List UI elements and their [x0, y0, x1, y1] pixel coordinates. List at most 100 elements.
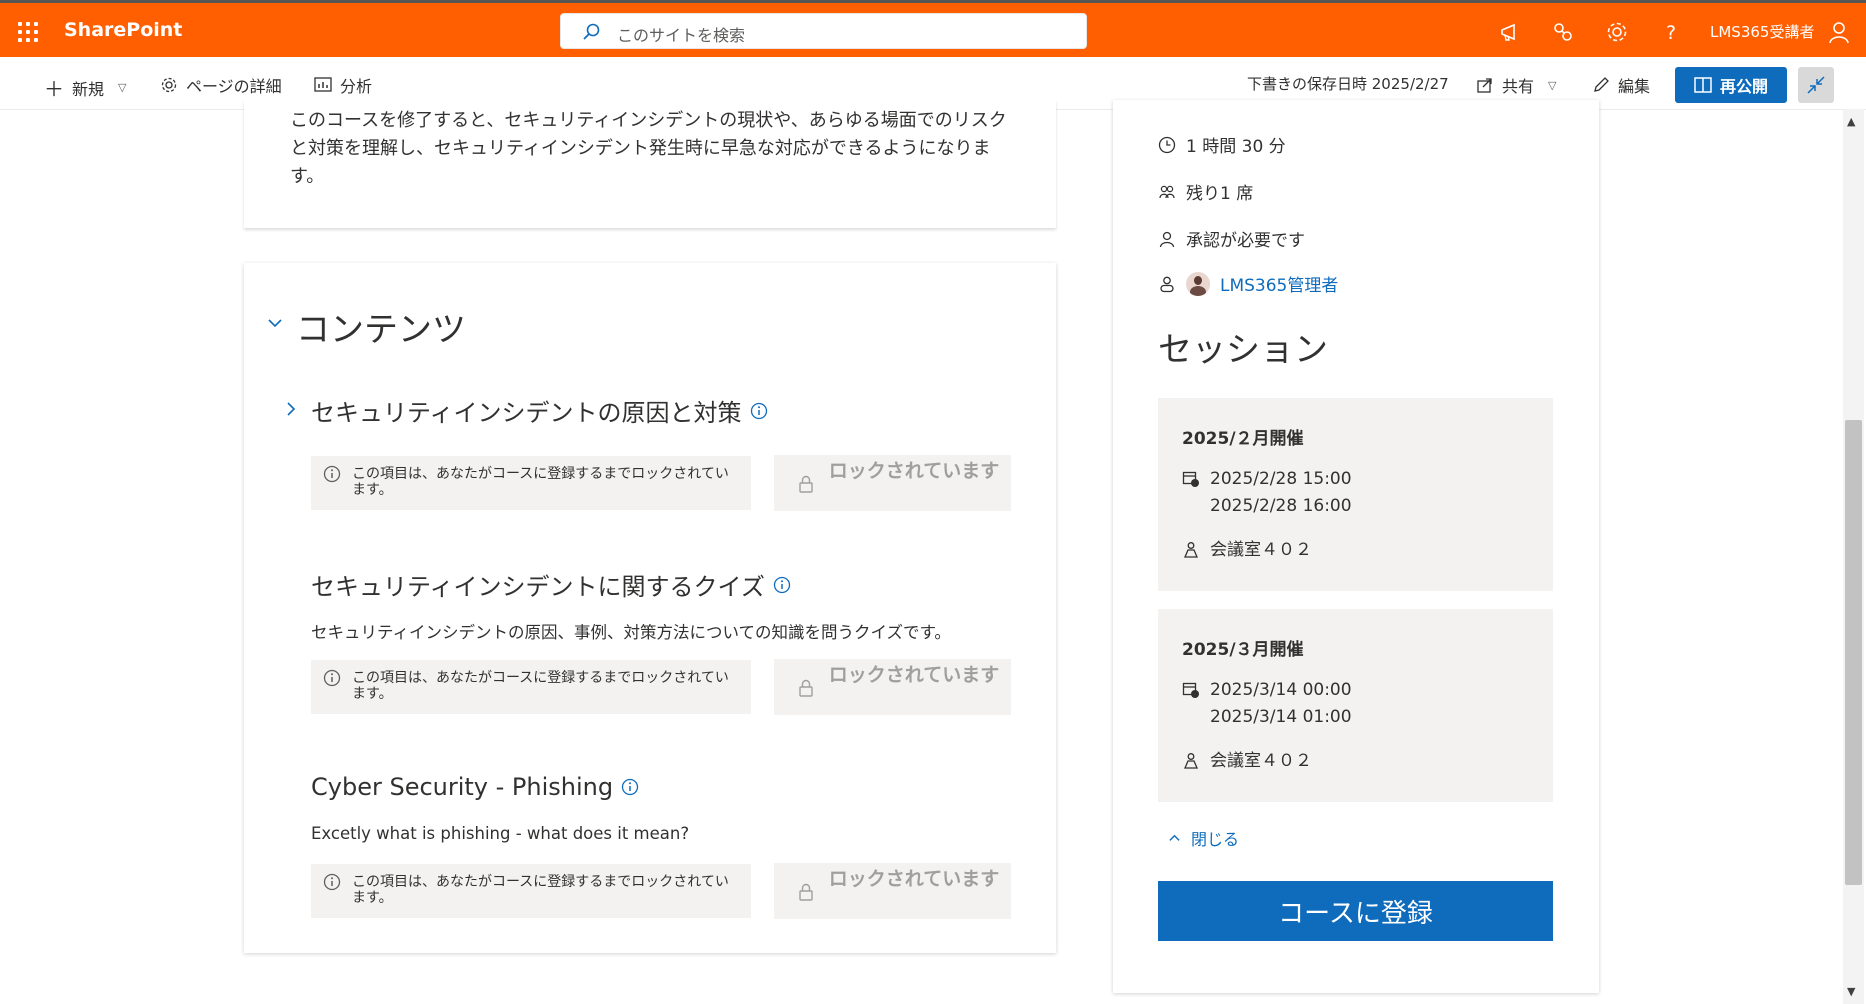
duration-row: 1 時間 30 分: [1158, 132, 1286, 157]
person-icon: [1160, 276, 1174, 292]
republish-label: 再公開: [1719, 77, 1768, 96]
search-placeholder: このサイトを検索: [617, 26, 746, 45]
session-room-text: 会議室４０２: [1210, 540, 1312, 560]
instructor-link[interactable]: LMS365管理者: [1220, 271, 1338, 296]
avatar[interactable]: [1186, 271, 1210, 296]
analytics-button[interactable]: 分析: [314, 73, 372, 97]
seats-text: 残り1 席: [1186, 184, 1254, 204]
new-label: 新規: [72, 79, 105, 99]
share-label: 共有: [1502, 77, 1535, 96]
approval-row: 承認が必要です: [1158, 226, 1305, 251]
lock-message: この項目は、あなたがコースに登録するまでロックされています。: [311, 864, 751, 918]
person-icon: [1159, 231, 1175, 247]
chevron-up-icon: [1169, 834, 1180, 841]
edit-label: 編集: [1618, 77, 1651, 96]
lock-icon: [799, 679, 813, 697]
locked-button-label: ロックされています: [828, 664, 1000, 686]
session-name: 2025/３月開催: [1182, 640, 1304, 660]
lock-icon: [799, 475, 813, 493]
approval-text: 承認が必要です: [1186, 231, 1305, 251]
pencil-icon: [1594, 77, 1609, 92]
session-start: 2025/3/14 00:00: [1210, 680, 1352, 700]
session-name: 2025/２月開催: [1182, 429, 1304, 449]
scrollbar-thumb[interactable]: [1845, 420, 1862, 885]
gear-icon[interactable]: [1604, 19, 1630, 45]
scroll-up-icon[interactable]: ▲: [1847, 115, 1855, 128]
gear-icon: [161, 77, 177, 93]
close-sessions-button[interactable]: 閉じる: [1168, 826, 1239, 850]
new-button[interactable]: ＋ 新規 ▽: [44, 73, 126, 102]
content-item-title[interactable]: Cyber Security - Phishing: [311, 773, 639, 801]
page-details-button[interactable]: ページの詳細: [160, 73, 282, 97]
chevron-down-icon: ▽: [1548, 78, 1557, 92]
app-launcher-icon[interactable]: [18, 22, 38, 42]
instructor-row: LMS365管理者: [1158, 271, 1338, 296]
content-item-title-text: セキュリティインシデントの原因と対策: [311, 399, 742, 427]
contents-card: [244, 263, 1056, 953]
locked-button[interactable]: ロックされています: [774, 863, 1011, 919]
info-icon[interactable]: [621, 778, 639, 796]
chevron-right-icon[interactable]: [285, 401, 297, 417]
content-item-title-text: Cyber Security - Phishing: [311, 773, 614, 801]
session-card[interactable]: 2025/２月開催 2025/2/28 15:00 2025/2/28 16:0…: [1158, 398, 1553, 591]
close-label: 閉じる: [1191, 830, 1240, 849]
info-icon: [323, 669, 341, 687]
content-item-description: セキュリティインシデントの原因、事例、対策方法についての知識を問うクイズです。: [311, 623, 951, 642]
plus-icon: ＋: [44, 77, 64, 101]
lock-message: この項目は、あなたがコースに登録するまでロックされています。: [311, 660, 751, 714]
locked-button-label: ロックされています: [828, 868, 1000, 890]
chart-icon: [314, 77, 332, 92]
analytics-label: 分析: [340, 77, 373, 96]
info-icon: [323, 873, 341, 891]
connections-icon[interactable]: [1550, 19, 1576, 45]
locked-button[interactable]: ロックされています: [774, 455, 1011, 511]
edit-button[interactable]: 編集: [1592, 73, 1650, 97]
help-icon[interactable]: ?: [1658, 19, 1684, 45]
republish-button[interactable]: 再公開: [1675, 67, 1787, 103]
megaphone-icon[interactable]: [1497, 19, 1523, 45]
collapse-button[interactable]: [1798, 67, 1834, 103]
session-room: 会議室４０２: [1182, 748, 1312, 775]
session-card[interactable]: 2025/３月開催 2025/3/14 00:00 2025/3/14 01:0…: [1158, 609, 1553, 802]
session-time: 2025/2/28 15:00 2025/2/28 16:00: [1182, 466, 1352, 520]
info-icon[interactable]: [750, 402, 768, 420]
content-item-title[interactable]: セキュリティインシデントの原因と対策: [311, 393, 768, 428]
session-room: 会議室４０２: [1182, 537, 1312, 564]
lock-message: この項目は、あなたがコースに登録するまでロックされています。: [311, 456, 751, 510]
lock-message-text: この項目は、あなたがコースに登録するまでロックされています。: [352, 874, 729, 906]
duration-text: 1 時間 30 分: [1186, 137, 1286, 157]
content-item-title[interactable]: セキュリティインシデントに関するクイズ: [311, 567, 791, 602]
lock-message-text: この項目は、あなたがコースに登録するまでロックされています。: [352, 670, 729, 702]
session-room-text: 会議室４０２: [1210, 751, 1312, 771]
page-details-label: ページの詳細: [186, 77, 282, 96]
search-icon: [583, 23, 600, 40]
enroll-button[interactable]: コースに登録: [1158, 881, 1553, 941]
profile-icon[interactable]: [1826, 19, 1852, 45]
brand-name[interactable]: SharePoint: [64, 19, 182, 41]
seats-row: 残り1 席: [1158, 179, 1253, 204]
chevron-down-icon[interactable]: [266, 314, 284, 332]
contents-title: コンテンツ: [296, 310, 466, 350]
people-icon: [1159, 185, 1175, 198]
session-end: 2025/3/14 01:00: [1210, 707, 1352, 727]
collapse-icon: [1807, 76, 1825, 94]
info-icon: [323, 465, 341, 483]
user-name[interactable]: LMS365受講者: [1710, 21, 1814, 42]
locked-button-label: ロックされています: [828, 460, 1000, 482]
lock-message-text: この項目は、あなたがコースに登録するまでロックされています。: [352, 466, 729, 498]
info-icon[interactable]: [773, 576, 791, 594]
lock-icon: [799, 883, 813, 901]
share-button[interactable]: 共有 ▽: [1476, 73, 1556, 97]
clock-icon: [1158, 136, 1176, 153]
search-box[interactable]: このサイトを検索: [560, 13, 1087, 49]
locked-button[interactable]: ロックされています: [774, 659, 1011, 715]
suite-bar: SharePoint このサイトを検索 ? LMS365受講者: [0, 0, 1866, 57]
content-item-title-text: セキュリティインシデントに関するクイズ: [311, 573, 765, 601]
scroll-down-icon[interactable]: ▼: [1847, 985, 1855, 998]
session-end: 2025/2/28 16:00: [1210, 496, 1352, 516]
location-person-icon: [1184, 753, 1198, 769]
calendar-clock-icon: [1182, 471, 1199, 487]
location-person-icon: [1184, 542, 1198, 558]
book-icon: [1694, 77, 1712, 93]
session-time: 2025/3/14 00:00 2025/3/14 01:00: [1182, 677, 1352, 731]
